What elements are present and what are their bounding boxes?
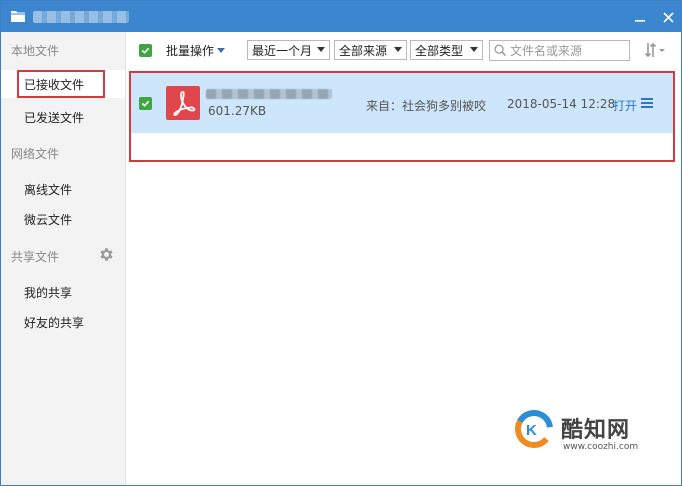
sidebar-item-weiyun-files[interactable]: 微云文件 xyxy=(1,205,125,233)
check-icon xyxy=(141,47,150,54)
file-row-checkbox[interactable] xyxy=(139,97,152,110)
source-filter-select[interactable]: 全部来源 xyxy=(334,40,407,60)
search-box[interactable] xyxy=(489,40,630,61)
time-filter-select[interactable]: 最近一个月 xyxy=(247,40,330,60)
watermark-name: 酷知网 xyxy=(561,418,631,443)
time-filter-value: 最近一个月 xyxy=(252,43,313,58)
dropdown-arrow-icon xyxy=(317,47,325,52)
file-size: 601.27KB xyxy=(208,104,267,118)
close-button[interactable] xyxy=(657,7,679,27)
type-filter-value: 全部类型 xyxy=(415,43,464,58)
file-list-row[interactable]: 601.27KB 来自：社会狗多别被咬 2018-05-14 12:28 打开 xyxy=(129,73,674,133)
gear-icon[interactable] xyxy=(98,246,115,263)
more-menu-icon[interactable] xyxy=(641,98,653,108)
close-icon xyxy=(662,11,674,23)
watermark-url: www.coozhi.com xyxy=(563,442,639,452)
file-manager-window: 本地文件 已接收文件 已发送文件 网络文件 离线文件 微云文件 共享文件 我的共… xyxy=(0,0,682,486)
sidebar-item-sent-files[interactable]: 已发送文件 xyxy=(1,103,125,131)
check-icon xyxy=(141,100,150,107)
pdf-icon xyxy=(166,86,200,120)
sidebar: 本地文件 已接收文件 已发送文件 网络文件 离线文件 微云文件 共享文件 我的共… xyxy=(1,32,126,485)
select-all-checkbox[interactable] xyxy=(139,44,152,57)
file-date: 2018-05-14 12:28 xyxy=(507,97,616,111)
toolbar: 批量操作 最近一个月 全部来源 全部类型 xyxy=(126,32,681,70)
search-input[interactable] xyxy=(510,41,626,60)
open-file-link[interactable]: 打开 xyxy=(613,97,637,114)
sidebar-item-offline-files[interactable]: 离线文件 xyxy=(1,175,125,203)
dropdown-arrow-icon xyxy=(470,47,478,52)
sidebar-section-network: 网络文件 xyxy=(11,147,60,161)
source-filter-value: 全部来源 xyxy=(339,43,388,58)
folder-icon xyxy=(11,11,25,22)
search-icon xyxy=(494,44,507,57)
sidebar-section-local: 本地文件 xyxy=(11,44,60,58)
batch-operations-menu[interactable]: 批量操作 xyxy=(166,42,226,59)
minimize-button[interactable] xyxy=(629,7,651,27)
batch-operations-label: 批量操作 xyxy=(166,44,215,58)
chevron-down-icon xyxy=(217,48,226,53)
sidebar-item-friend-shares[interactable]: 好友的共享 xyxy=(1,308,125,336)
title-text-blurred xyxy=(33,11,129,23)
dropdown-arrow-icon xyxy=(394,47,402,52)
title-bar[interactable] xyxy=(1,1,681,32)
sort-icon[interactable] xyxy=(644,41,668,59)
sidebar-item-my-shares[interactable]: 我的共享 xyxy=(1,278,125,306)
file-name-blurred xyxy=(206,89,332,99)
file-source: 来自：社会狗多别被咬 xyxy=(366,99,487,113)
type-filter-select[interactable]: 全部类型 xyxy=(410,40,483,60)
minimize-icon xyxy=(635,20,645,22)
watermark: K 酷知网 www.coozhi.com xyxy=(513,404,665,464)
sidebar-section-shared: 共享文件 xyxy=(11,250,60,264)
coozhi-logo-icon: K xyxy=(514,410,553,448)
sidebar-highlight-box xyxy=(17,70,105,98)
svg-text:K: K xyxy=(526,422,537,439)
